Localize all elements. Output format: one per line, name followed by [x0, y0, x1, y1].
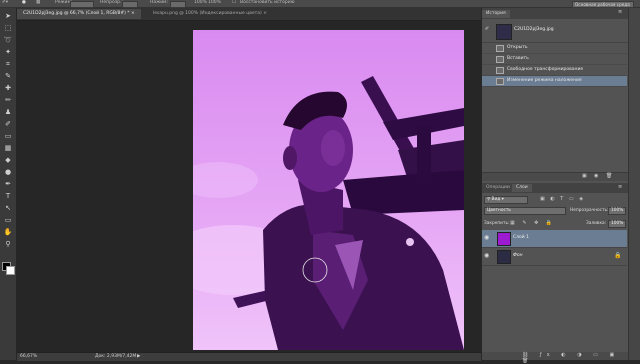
history-list: Открыть Вставить Свободное трансформиров… — [482, 43, 628, 103]
history-step-icon — [496, 56, 504, 63]
eraser-tool-icon[interactable]: ▭ — [3, 132, 13, 141]
layer-row[interactable]: ◉ Фон 🔒 — [482, 248, 627, 266]
history-item-label: Вставить — [507, 56, 529, 61]
history-footer: ▣ ◉ 🗑 — [482, 172, 628, 181]
layer-action-icons[interactable]: ⛓ ƒx ◐ ◑ ▭ ▣ 🗑 — [522, 352, 628, 364]
trash-icon[interactable]: 🗑 — [606, 173, 612, 179]
snapshot-label: C2U1D2pJ3eg.jpg — [514, 27, 554, 32]
fill-label: Заливка: — [586, 221, 607, 226]
flow-value: 100% — [208, 0, 221, 5]
flow-field[interactable] — [170, 1, 186, 8]
erase-history-checkbox[interactable]: ☐ — [232, 0, 236, 5]
tab-document-1[interactable]: C2U1D2pJ3eg.jpg @ 66,7% (Слой 1, RGB/8#)… — [17, 9, 141, 19]
layer-filter-icons[interactable]: ▣ ◐ T ▭ ◈ — [540, 196, 585, 202]
mode-select[interactable] — [70, 1, 94, 8]
snapshot-thumbnail — [496, 24, 512, 40]
opacity-field[interactable] — [122, 1, 138, 8]
eraser-preset-icon[interactable]: ✐▾ — [2, 0, 8, 5]
tab-label: C2U1D2pJ3eg.jpg @ 66,7% (Слой 1, RGB/8#)… — [23, 11, 130, 16]
photo-graphic — [193, 30, 464, 350]
layers-footer: ⛓ ƒx ◐ ◑ ▭ ▣ 🗑 — [482, 352, 628, 364]
lasso-tool-icon[interactable]: ➰ — [3, 36, 13, 45]
workspace-select[interactable]: Основная рабочая среда — [572, 1, 634, 8]
layers-panel-header: Операции Слои ≡ — [482, 183, 628, 193]
layer-name: Слой 1 — [513, 235, 529, 240]
opacity-value: 100% — [194, 0, 207, 5]
fill-field[interactable]: 100% — [608, 220, 626, 228]
background-color-swatch[interactable] — [6, 266, 15, 275]
stamp-tool-icon[interactable]: ♟ — [3, 108, 13, 117]
brush-panel-icon[interactable]: ▦ — [36, 0, 40, 5]
pen-tool-icon[interactable]: ✒ — [3, 180, 13, 189]
blur-tool-icon[interactable]: ◆ — [3, 156, 13, 165]
document-tabs: C2U1D2pJ3eg.jpg @ 66,7% (Слой 1, RGB/8#)… — [17, 8, 481, 21]
layer-name: Фон — [513, 253, 523, 258]
zoom-tool-icon[interactable]: ⚲ — [3, 240, 13, 249]
history-brush-tool-icon[interactable]: ✐ — [3, 120, 13, 129]
panel-menu-icon[interactable]: ≡ — [618, 9, 622, 15]
brush-tool-icon[interactable]: ✏ — [3, 96, 13, 105]
eye-icon[interactable]: ◉ — [484, 253, 490, 259]
opacity-label: Непрозр.: — [100, 0, 123, 5]
history-item[interactable]: Свободное трансформирование — [482, 65, 627, 76]
history-step-icon — [496, 67, 504, 74]
layer-row-selected[interactable]: ◉ Слой 1 — [482, 230, 627, 248]
path-select-tool-icon[interactable]: ↖ — [3, 204, 13, 213]
brush-size-icon[interactable]: ● — [22, 0, 26, 5]
move-tool-icon[interactable]: ➤ — [3, 12, 13, 21]
layer-thumbnail — [497, 250, 511, 264]
lock-label: Закрепить: — [484, 221, 510, 226]
history-step-icon — [496, 78, 504, 85]
crop-tool-icon[interactable]: ⌗ — [3, 60, 13, 69]
layer-opacity-field[interactable]: 100% — [608, 207, 626, 215]
snapshot-icon[interactable]: ◉ — [594, 173, 598, 179]
lock-icon: 🔒 — [614, 252, 622, 259]
history-item[interactable]: Вставить — [482, 54, 627, 65]
layer-opacity-label: Непрозрачность: — [570, 208, 609, 213]
eye-icon[interactable]: ◉ — [484, 235, 490, 241]
history-step-icon — [496, 45, 504, 52]
dodge-tool-icon[interactable]: ● — [3, 168, 13, 177]
layers-list: ◉ Слой 1 ◉ Фон 🔒 — [482, 230, 628, 270]
history-brush-source-icon[interactable]: ✐ — [485, 26, 489, 32]
layer-thumbnail — [497, 232, 511, 246]
marquee-tool-icon[interactable]: ⬚ — [3, 24, 13, 33]
new-document-icon[interactable]: ▣ — [582, 173, 587, 179]
eyedropper-tool-icon[interactable]: ✎ — [3, 72, 13, 81]
layer-filter-select[interactable]: ⚲ Вид ▾ — [484, 196, 528, 204]
history-snapshot[interactable]: ✐ C2U1D2pJ3eg.jpg — [482, 20, 628, 43]
history-item-label: Открыть — [507, 45, 528, 50]
close-icon[interactable]: × — [131, 11, 135, 16]
tab-label: lesapu.png @ 100% (Индексированные цвета… — [153, 11, 262, 16]
history-panel-header: История ≡ — [482, 8, 628, 19]
blend-mode-select[interactable]: Цветность — [484, 207, 566, 215]
close-icon[interactable]: × — [263, 11, 267, 16]
healing-tool-icon[interactable]: ✚ — [3, 84, 13, 93]
panel-menu-icon[interactable]: ≡ — [618, 184, 622, 190]
dock-collapse-strip — [628, 8, 640, 360]
erase-history-label: Восстановить историю — [240, 0, 295, 5]
hand-tool-icon[interactable]: ✋ — [3, 228, 13, 237]
tab-document-2[interactable]: lesapu.png @ 100% (Индексированные цвета… — [147, 9, 273, 19]
tab-history[interactable]: История — [482, 10, 510, 18]
history-item-label: Свободное трансформирование — [507, 67, 584, 72]
history-item-selected[interactable]: Изменение режима наложения — [482, 76, 627, 87]
document-image[interactable] — [193, 30, 464, 350]
tab-layers[interactable]: Слои — [512, 184, 532, 192]
type-tool-icon[interactable]: T — [3, 192, 13, 201]
magic-wand-tool-icon[interactable]: ✦ — [3, 48, 13, 57]
options-bar: ✐▾ ● ▦ Режим: Непрозр.: Нажим: 100% 100%… — [0, 0, 640, 8]
tab-operations[interactable]: Операции — [482, 184, 514, 192]
shape-tool-icon[interactable]: ▭ — [3, 216, 13, 225]
tools-panel: ➤ ⬚ ➰ ✦ ⌗ ✎ ✚ ✏ ♟ ✐ ▭ ▦ ◆ ● ✒ T ↖ ▭ ✋ ⚲ — [0, 8, 17, 360]
gradient-tool-icon[interactable]: ▦ — [3, 144, 13, 153]
layer-filter-label: Вид — [491, 197, 501, 202]
history-item-label: Изменение режима наложения — [507, 78, 582, 83]
flow-label: Нажим: — [150, 0, 169, 5]
history-item[interactable]: Открыть — [482, 43, 627, 54]
lock-icons[interactable]: ▦ ✎ ✥ 🔒 — [510, 220, 555, 226]
